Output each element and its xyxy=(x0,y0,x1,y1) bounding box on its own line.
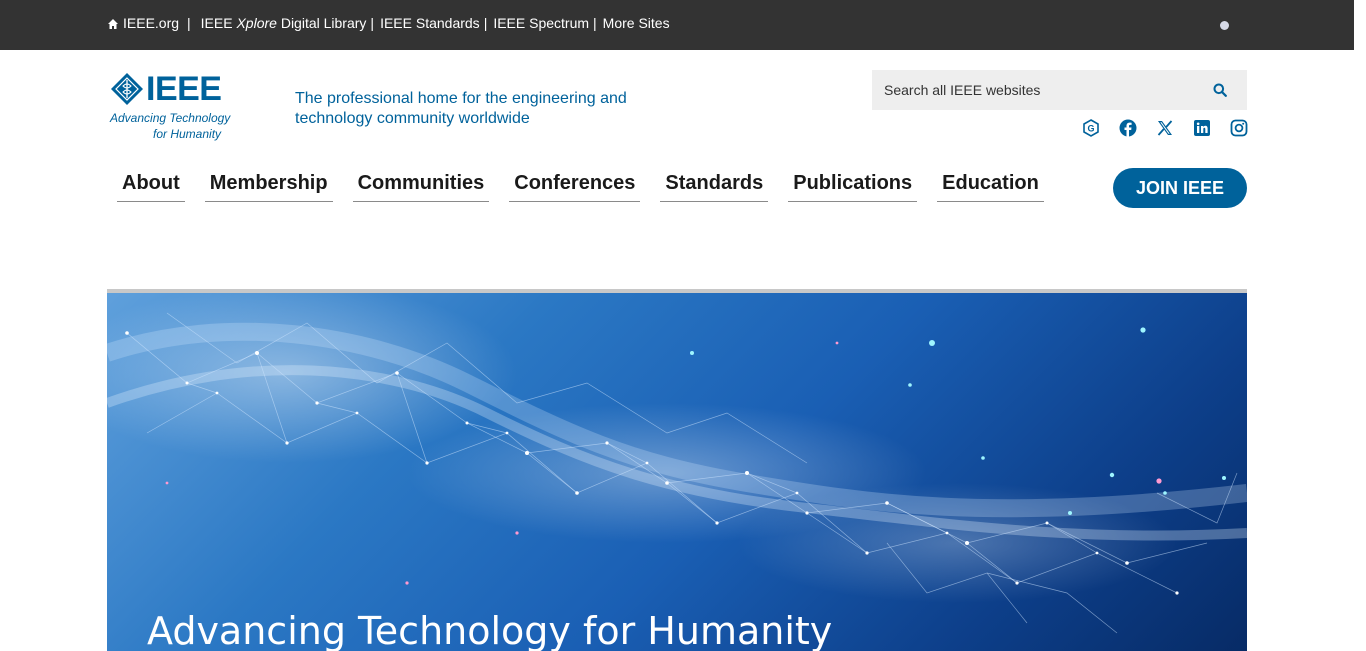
xplore-suffix: Digital Library xyxy=(276,15,367,31)
xplore-prefix: IEEE xyxy=(200,15,237,31)
nav-item-communities[interactable]: Communities xyxy=(352,170,490,202)
hero-network-graphic xyxy=(107,293,1247,634)
scrollbar-track[interactable] xyxy=(1354,0,1366,651)
nav-item-about[interactable]: About xyxy=(117,170,185,202)
separator: | xyxy=(187,15,191,31)
instagram-icon[interactable] xyxy=(1230,119,1248,137)
social-links: G xyxy=(1082,119,1248,137)
hero-banner[interactable]: Advancing Technology for Humanity xyxy=(107,293,1247,651)
link-more-sites[interactable]: More Sites xyxy=(603,15,670,31)
status-dot xyxy=(1220,21,1229,30)
ieee-diamond-icon xyxy=(111,73,143,105)
join-ieee-button[interactable]: JOIN IEEE xyxy=(1113,168,1247,208)
hero-title: Advancing Technology for Humanity xyxy=(147,609,833,651)
top-utility-bar: IEEE.org | IEEE Xplore Digital Library |… xyxy=(0,0,1354,50)
separator: | xyxy=(370,15,375,31)
nav-item-education[interactable]: Education xyxy=(937,170,1044,202)
site-tagline: The professional home for the engineerin… xyxy=(295,90,627,127)
facebook-icon[interactable] xyxy=(1119,119,1137,137)
nav-item-standards[interactable]: Standards xyxy=(660,170,769,202)
link-ieee-org[interactable]: IEEE.org xyxy=(123,15,179,31)
x-icon[interactable] xyxy=(1156,119,1174,137)
logo-tagline-line1: Advancing Technology xyxy=(110,111,231,125)
nav-item-conferences[interactable]: Conferences xyxy=(509,170,641,202)
link-ieee-spectrum[interactable]: IEEE Spectrum xyxy=(493,15,589,31)
logo-tagline-line2: for Humanity xyxy=(153,127,222,141)
separator: | xyxy=(593,15,597,31)
link-ieee-xplore[interactable]: IEEE Xplore Digital Library xyxy=(201,15,367,31)
link-ieee-standards[interactable]: IEEE Standards xyxy=(380,15,480,31)
search-icon[interactable] xyxy=(1213,83,1227,97)
svg-text:G: G xyxy=(1087,124,1094,134)
logo-wordmark: IEEE xyxy=(146,70,222,108)
nav-item-publications[interactable]: Publications xyxy=(788,170,918,202)
linkedin-icon[interactable] xyxy=(1193,119,1211,137)
nav-item-membership[interactable]: Membership xyxy=(204,170,333,202)
search-input[interactable] xyxy=(872,82,1192,98)
separator: | xyxy=(483,15,488,31)
top-links: IEEE.org | IEEE Xplore Digital Library |… xyxy=(107,15,670,31)
main-nav: About Membership Communities Conferences… xyxy=(117,170,1064,202)
ieee-collabratec-icon[interactable]: G xyxy=(1082,119,1100,137)
xplore-italic: Xplore xyxy=(236,15,277,31)
ieee-logo[interactable]: IEEE Advancing Technology for Humanity xyxy=(108,70,238,142)
home-icon xyxy=(108,19,118,29)
search-box[interactable] xyxy=(872,70,1247,110)
